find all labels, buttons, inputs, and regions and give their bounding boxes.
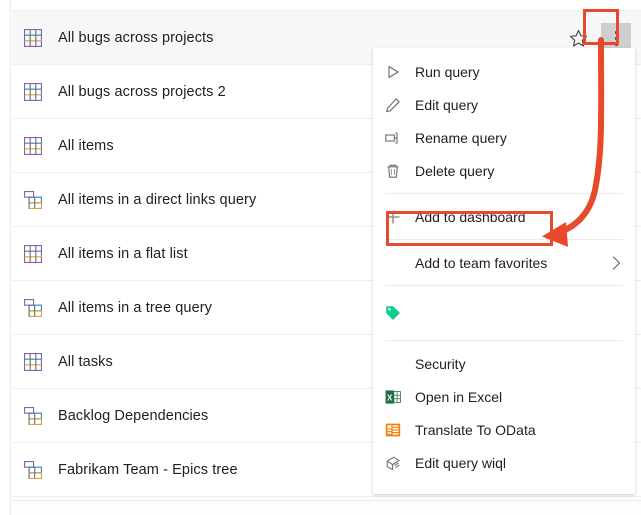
menu-separator: [385, 285, 623, 286]
menu-item-label: Edit query wiql: [415, 454, 507, 471]
tree-query-icon: [24, 298, 42, 317]
menu-item-open-in-excel[interactable]: X Open in Excel: [373, 380, 635, 413]
menu-item-add-to-dashboard[interactable]: Add to dashboard: [373, 200, 635, 233]
wiql-icon: [385, 455, 401, 471]
play-triangle-icon: [385, 64, 401, 80]
page-bottom-edge: [11, 500, 641, 515]
menu-item-tag[interactable]: [373, 292, 635, 334]
menu-item-edit-query[interactable]: Edit query: [373, 88, 635, 121]
pencil-icon: [385, 97, 401, 113]
menu-item-delete-query[interactable]: Delete query: [373, 154, 635, 187]
flat-query-icon: [24, 136, 42, 155]
app-screenshot: All bugs across projects All bugs across …: [0, 0, 641, 515]
menu-item-label: Delete query: [415, 162, 495, 179]
tree-query-icon: [24, 190, 42, 209]
excel-icon: X: [385, 389, 401, 405]
menu-item-label: Edit query: [415, 96, 479, 113]
flat-query-icon: [24, 352, 42, 371]
menu-item-add-to-team-favorites[interactable]: Add to team favorites: [373, 246, 635, 279]
tree-query-icon: [24, 460, 42, 479]
query-name-label: Fabrikam Team - Epics tree: [58, 461, 238, 478]
page-left-edge: [0, 0, 11, 515]
menu-separator: [385, 239, 623, 240]
page-top-edge: [0, 0, 641, 11]
query-name-label: All bugs across projects: [58, 29, 214, 46]
chevron-right-icon: [612, 255, 621, 270]
menu-item-run-query[interactable]: Run query: [373, 55, 635, 88]
query-name-label: All items in a flat list: [58, 245, 188, 262]
query-context-menu[interactable]: Run query Edit query Rename query Delete qu…: [373, 48, 635, 494]
menu-item-label: Rename query: [415, 129, 507, 146]
query-name-label: All tasks: [58, 353, 113, 370]
menu-item-rename-query[interactable]: Rename query: [373, 121, 635, 154]
odata-icon: [385, 422, 401, 438]
svg-text:X: X: [387, 393, 393, 402]
menu-item-security[interactable]: Security: [373, 347, 635, 380]
flat-query-icon: [24, 244, 42, 263]
query-name-label: Backlog Dependencies: [58, 407, 209, 424]
menu-item-label: Add to dashboard: [415, 208, 526, 225]
plus-icon: [385, 209, 401, 225]
menu-item-label: Translate To OData: [415, 421, 536, 438]
query-name-label: All items: [58, 137, 114, 154]
trash-icon: [385, 163, 401, 179]
menu-item-label: Add to team favorites: [415, 254, 548, 271]
query-name-label: All items in a direct links query: [58, 191, 257, 208]
flat-query-icon: [24, 28, 42, 47]
menu-item-translate-to-odata[interactable]: Translate To OData: [373, 413, 635, 446]
menu-item-edit-query-wiql[interactable]: Edit query wiql: [373, 446, 635, 479]
rename-icon: [385, 130, 401, 146]
query-name-label: All bugs across projects 2: [58, 83, 226, 100]
menu-separator: [385, 340, 623, 341]
query-name-label: All items in a tree query: [58, 299, 213, 316]
menu-item-label: Open in Excel: [415, 388, 503, 405]
flat-query-icon: [24, 82, 42, 101]
menu-item-label: Security: [415, 355, 466, 372]
menu-item-label: Run query: [415, 63, 480, 80]
tag-icon: [385, 305, 401, 321]
menu-separator: [385, 193, 623, 194]
tree-query-icon: [24, 406, 42, 425]
